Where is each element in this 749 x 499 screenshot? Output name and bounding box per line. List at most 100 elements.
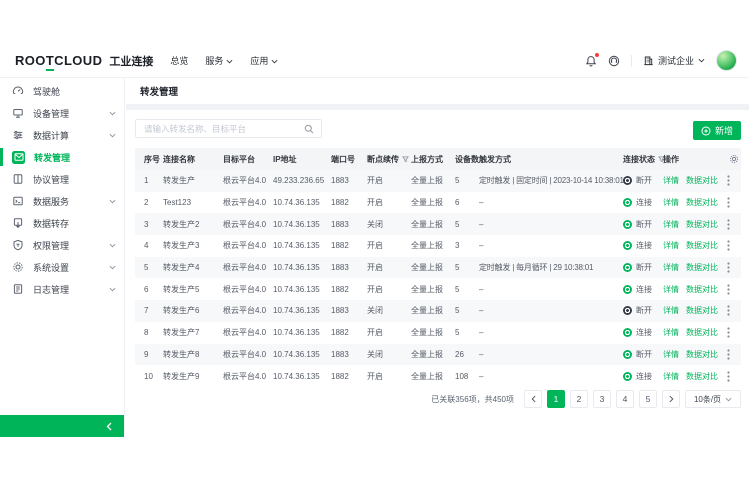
sidebar-item-6[interactable]: 数据转存 [0, 212, 124, 234]
data-compare-link[interactable]: 数据对比 [686, 175, 718, 186]
detail-link[interactable]: 详情 [663, 284, 679, 295]
sidebar-item-4[interactable]: 协议管理 [0, 168, 124, 190]
cell-devices: 5 [455, 306, 479, 315]
cell-actions: 详情数据对比 [663, 284, 729, 295]
sidebar-item-9[interactable]: 日志管理 [0, 278, 124, 300]
add-button[interactable]: 新增 [693, 121, 741, 140]
column-settings-gear-icon[interactable] [729, 154, 741, 164]
page-button-1[interactable]: 1 [547, 390, 565, 408]
status-label: 断开 [636, 305, 652, 316]
cell-actions: 详情数据对比 [663, 197, 729, 208]
column-label: 连接名称 [163, 154, 195, 165]
page-title-bar: 转发管理 [126, 78, 749, 104]
filter-icon[interactable] [402, 156, 409, 163]
nav-item-0[interactable]: 总览 [170, 54, 188, 67]
more-actions-kebab-icon[interactable] [727, 327, 730, 338]
more-actions-kebab-icon[interactable] [727, 240, 730, 251]
sidebar-item-7[interactable]: 权限管理 [0, 234, 124, 256]
data-compare-link[interactable]: 数据对比 [686, 219, 718, 230]
more-actions-kebab-icon[interactable] [727, 284, 730, 295]
cell-actions: 详情数据对比 [663, 262, 729, 273]
detail-link[interactable]: 详情 [663, 327, 679, 338]
detail-link[interactable]: 详情 [663, 262, 679, 273]
data-compare-link[interactable]: 数据对比 [686, 327, 718, 338]
sidebar-item-2[interactable]: 数据计算 [0, 124, 124, 146]
cell-status: 断开 [623, 219, 663, 230]
cell-status: 断开 [623, 305, 663, 316]
avatar[interactable] [716, 50, 737, 71]
detail-link[interactable]: 详情 [663, 175, 679, 186]
detail-link[interactable]: 详情 [663, 197, 679, 208]
data-compare-link[interactable]: 数据对比 [686, 284, 718, 295]
cell-report: 全量上报 [411, 327, 455, 338]
table-row: 6转发生产5根云平台4.010.74.36.1351882开启全量上报5–连接详… [135, 278, 741, 300]
settings-icon [12, 261, 24, 273]
support-icon[interactable] [608, 55, 620, 67]
nav-item-1[interactable]: 服务 [205, 54, 233, 67]
more-actions-kebab-icon[interactable] [727, 371, 730, 382]
chevron-down-icon [109, 287, 116, 292]
chevron-down-icon [226, 58, 233, 64]
detail-link[interactable]: 详情 [663, 219, 679, 230]
page-button-2[interactable]: 2 [570, 390, 588, 408]
sidebar-item-3[interactable]: 转发管理 [0, 146, 124, 168]
column-header-0: 序号 [135, 154, 163, 165]
more-actions-kebab-icon[interactable] [727, 262, 730, 273]
data-compare-link[interactable]: 数据对比 [686, 262, 718, 273]
column-header-2: 目标平台 [223, 154, 273, 165]
sidebar-item-0[interactable]: 驾驶舱 [0, 80, 124, 102]
notification-bell-icon[interactable] [585, 55, 597, 67]
cell-no: 8 [135, 328, 163, 337]
top-nav: 总览 服务 应用 [170, 54, 278, 67]
cell-name: 转发生产3 [163, 240, 223, 251]
data-compare-link[interactable]: 数据对比 [686, 240, 718, 251]
data-compare-link[interactable]: 数据对比 [686, 197, 718, 208]
detail-link[interactable]: 详情 [663, 349, 679, 360]
cell-devices: 5 [455, 263, 479, 272]
sidebar-item-1[interactable]: 设备管理 [0, 102, 124, 124]
column-label: IP地址 [273, 154, 297, 165]
sidebar-collapse-button[interactable] [0, 415, 124, 437]
sidebar-item-label: 设备管理 [33, 107, 100, 120]
more-actions-kebab-icon[interactable] [727, 219, 730, 230]
search-icon[interactable] [304, 124, 314, 134]
data-compare-link[interactable]: 数据对比 [686, 349, 718, 360]
cell-port: 1882 [331, 328, 367, 337]
detail-link[interactable]: 详情 [663, 305, 679, 316]
more-actions-kebab-icon[interactable] [727, 197, 730, 208]
page-button-4[interactable]: 4 [616, 390, 634, 408]
cell-port: 1883 [331, 306, 367, 315]
page-button-3[interactable]: 3 [593, 390, 611, 408]
page-button-5[interactable]: 5 [639, 390, 657, 408]
more-actions-kebab-icon[interactable] [727, 305, 730, 316]
org-switcher[interactable]: 测试企业 [643, 54, 705, 67]
cell-no: 6 [135, 285, 163, 294]
nav-item-2[interactable]: 应用 [250, 54, 278, 67]
more-actions-kebab-icon[interactable] [727, 175, 730, 186]
cell-ip: 10.74.36.135 [273, 328, 331, 337]
prev-page-button[interactable] [524, 390, 542, 408]
sidebar-item-label: 日志管理 [33, 283, 100, 296]
cell-report: 全量上报 [411, 305, 455, 316]
chevron-down-icon [109, 133, 116, 138]
detail-link[interactable]: 详情 [663, 371, 679, 382]
detail-link[interactable]: 详情 [663, 240, 679, 251]
cell-port: 1883 [331, 350, 367, 359]
page-size-select[interactable]: 10条/页 [685, 390, 741, 408]
table-row: 9转发生产8根云平台4.010.74.36.1351883关闭全量上报26–断开… [135, 344, 741, 366]
cell-name: 转发生产7 [163, 327, 223, 338]
data-compare-link[interactable]: 数据对比 [686, 371, 718, 382]
sidebar-item-5[interactable]: 数据服务 [0, 190, 124, 212]
connection-status-icon [623, 372, 632, 381]
more-actions-kebab-icon[interactable] [727, 349, 730, 360]
sidebar-item-8[interactable]: 系统设置 [0, 256, 124, 278]
cell-name: 转发生产5 [163, 284, 223, 295]
cell-name: 转发生产 [163, 175, 223, 186]
top-header: ROOTCLOUD 工业连接 总览服务应用 测试企业 [0, 44, 749, 78]
cell-devices: 5 [455, 285, 479, 294]
data-compare-link[interactable]: 数据对比 [686, 305, 718, 316]
building-icon [643, 55, 654, 66]
org-name: 测试企业 [658, 54, 694, 67]
next-page-button[interactable] [662, 390, 680, 408]
search-input[interactable] [136, 124, 304, 134]
